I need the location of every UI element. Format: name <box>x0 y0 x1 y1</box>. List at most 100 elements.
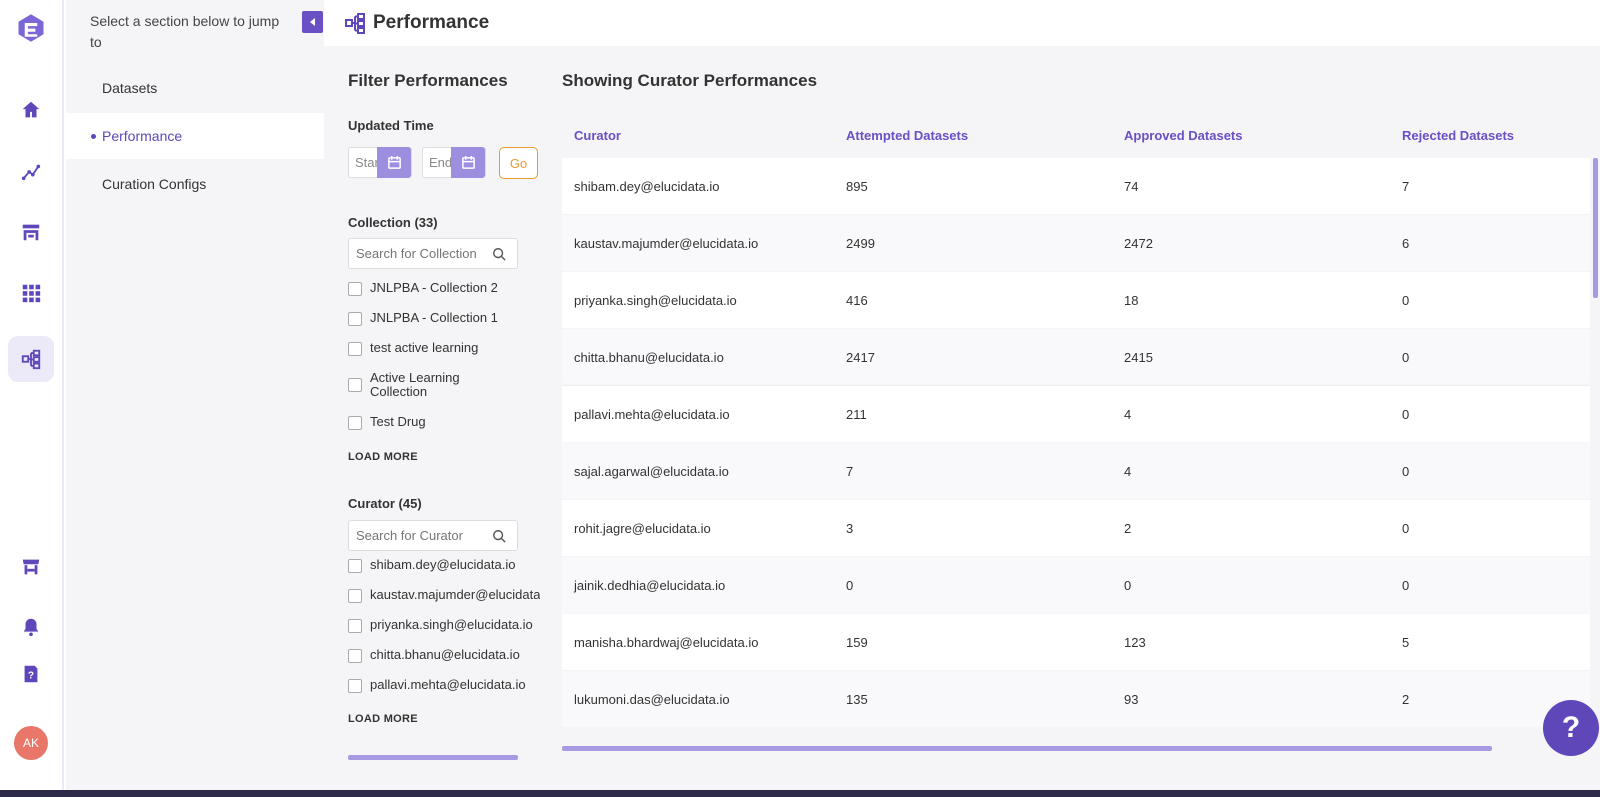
collection-option-label: Test Drug <box>370 415 426 429</box>
attempted-cell: 895 <box>846 178 868 194</box>
collection-filter-label: Collection (33) <box>348 215 438 230</box>
bell-icon[interactable] <box>12 608 50 646</box>
curator-option[interactable]: kaustav.majumder@elucidata.io <box>348 588 548 603</box>
table-vertical-scrollbar[interactable] <box>1593 158 1598 298</box>
start-date-field[interactable]: Start <box>348 147 412 178</box>
column-header-curator[interactable]: Curator <box>562 128 834 143</box>
approved-cell: 93 <box>1124 691 1139 707</box>
collection-load-more-button[interactable]: LOAD MORE <box>348 451 418 463</box>
page-header: Performance <box>324 0 1600 46</box>
analytics-icon[interactable] <box>12 152 50 190</box>
updated-time-label: Updated Time <box>348 118 434 133</box>
table-row[interactable]: sajal.agarwal@elucidata.io 7 4 0 <box>562 443 1590 500</box>
calendar-icon[interactable] <box>451 147 485 178</box>
table-horizontal-scrollbar[interactable] <box>562 746 1492 751</box>
curator-option[interactable]: chitta.bhanu@elucidata.io <box>348 648 548 663</box>
checkbox[interactable] <box>348 649 362 663</box>
checkbox[interactable] <box>348 559 362 573</box>
help-chat-button[interactable]: ? <box>1543 700 1599 756</box>
table-row[interactable]: priyanka.singh@elucidata.io 416 18 0 <box>562 272 1590 329</box>
app-logo-icon[interactable] <box>12 9 50 47</box>
table-row[interactable]: kaustav.majumder@elucidata.io 2499 2472 6 <box>562 215 1590 272</box>
curator-load-more-button[interactable]: LOAD MORE <box>348 713 418 725</box>
icon-rail: ? AK <box>0 0 64 790</box>
section-nav-item-datasets[interactable]: Datasets <box>66 65 324 111</box>
main-content: Filter Performances Updated Time Start E… <box>324 46 1600 790</box>
approved-cell: 18 <box>1124 292 1139 308</box>
rejected-cell: 0 <box>1402 520 1410 536</box>
collapse-sidebar-button[interactable] <box>302 11 323 33</box>
curator-cell: manisha.bhardwaj@elucidata.io <box>574 634 759 650</box>
attempted-cell: 159 <box>846 634 868 650</box>
end-date-field[interactable]: End <box>422 147 486 178</box>
table-row[interactable]: pallavi.mehta@elucidata.io 211 4 0 <box>562 386 1590 443</box>
collection-option-label: test active learning <box>370 341 479 355</box>
curator-cell: pallavi.mehta@elucidata.io <box>574 406 730 422</box>
curator-cell: shibam.dey@elucidata.io <box>574 178 720 194</box>
table-row[interactable]: rohit.jagre@elucidata.io 3 2 0 <box>562 500 1590 557</box>
column-header-rejected[interactable]: Rejected Datasets <box>1390 128 1590 143</box>
search-icon <box>493 247 506 261</box>
checkbox[interactable] <box>348 679 362 693</box>
help-document-icon[interactable]: ? <box>12 655 50 693</box>
curator-option-label: kaustav.majumder@elucidata.io <box>370 588 540 602</box>
section-nav-hint: Select a section below to jump to <box>90 13 280 50</box>
collection-option[interactable]: Active Learning Collection <box>348 371 548 399</box>
collection-option[interactable]: Test Drug <box>348 415 548 430</box>
curator-cell: lukumoni.das@elucidata.io <box>574 691 730 707</box>
table-row[interactable]: chitta.bhanu@elucidata.io 2417 2415 0 <box>562 329 1590 386</box>
collection-option-label: Active Learning Collection <box>370 371 460 399</box>
checkbox[interactable] <box>348 282 362 296</box>
approved-cell: 74 <box>1124 178 1139 194</box>
curator-option[interactable]: priyanka.singh@elucidata.io <box>348 618 548 633</box>
checkbox[interactable] <box>348 589 362 603</box>
collection-option[interactable]: JNLPBA - Collection 1 <box>348 311 548 326</box>
collection-option[interactable]: JNLPBA - Collection 2 <box>348 281 548 296</box>
apps-grid-icon[interactable] <box>12 274 50 312</box>
user-avatar[interactable]: AK <box>14 726 48 760</box>
svg-text:?: ? <box>28 671 34 682</box>
filter-scrollbar[interactable] <box>348 755 518 760</box>
home-icon[interactable] <box>12 91 50 129</box>
table-row[interactable]: lukumoni.das@elucidata.io 135 93 2 <box>562 671 1590 728</box>
column-header-approved[interactable]: Approved Datasets <box>1112 128 1390 143</box>
workbench-icon[interactable] <box>12 213 50 251</box>
collection-option[interactable]: test active learning <box>348 341 548 356</box>
checkbox[interactable] <box>348 619 362 633</box>
table-row[interactable]: jainik.dedhia@elucidata.io 0 0 0 <box>562 557 1590 614</box>
checkbox[interactable] <box>348 378 362 392</box>
attempted-cell: 2499 <box>846 235 875 251</box>
collection-search-input[interactable] <box>356 246 492 261</box>
performance-nav-icon[interactable] <box>8 336 54 382</box>
checkbox[interactable] <box>348 416 362 430</box>
end-date-input[interactable]: End <box>423 155 451 170</box>
curator-cell: jainik.dedhia@elucidata.io <box>574 577 726 593</box>
curator-option[interactable]: shibam.dey@elucidata.io <box>348 558 548 573</box>
checkbox[interactable] <box>348 312 362 326</box>
curator-option-label: chitta.bhanu@elucidata.io <box>370 648 520 662</box>
curator-search-field[interactable] <box>348 520 518 551</box>
section-nav-item-curation-configs[interactable]: Curation Configs <box>66 161 324 207</box>
chevron-left-icon <box>309 18 315 26</box>
column-header-attempted[interactable]: Attempted Datasets <box>834 128 1112 143</box>
go-button[interactable]: Go <box>499 147 538 179</box>
calendar-icon[interactable] <box>377 147 411 178</box>
attempted-cell: 416 <box>846 292 868 308</box>
curator-option[interactable]: pallavi.mehta@elucidata.io <box>348 678 548 693</box>
approved-cell: 4 <box>1124 406 1132 422</box>
curator-search-input[interactable] <box>356 528 492 543</box>
rejected-cell: 0 <box>1402 292 1410 308</box>
section-nav-item-performance[interactable]: Performance <box>66 113 324 159</box>
collection-search-field[interactable] <box>348 238 518 269</box>
store-icon[interactable] <box>12 548 50 586</box>
table-body: shibam.dey@elucidata.io 895 74 7 kaustav.maj… <box>562 158 1590 754</box>
table-title: Showing Curator Performances <box>562 71 818 90</box>
table-row[interactable]: shibam.dey@elucidata.io 895 74 7 <box>562 158 1590 215</box>
approved-cell: 123 <box>1124 634 1146 650</box>
checkbox[interactable] <box>348 342 362 356</box>
start-date-input[interactable]: Start <box>349 155 377 170</box>
rejected-cell: 6 <box>1402 235 1410 251</box>
table-row[interactable]: manisha.bhardwaj@elucidata.io 159 123 5 <box>562 614 1590 671</box>
attempted-cell: 135 <box>846 691 868 707</box>
section-nav: Select a section below to jump to Datase… <box>66 0 324 790</box>
